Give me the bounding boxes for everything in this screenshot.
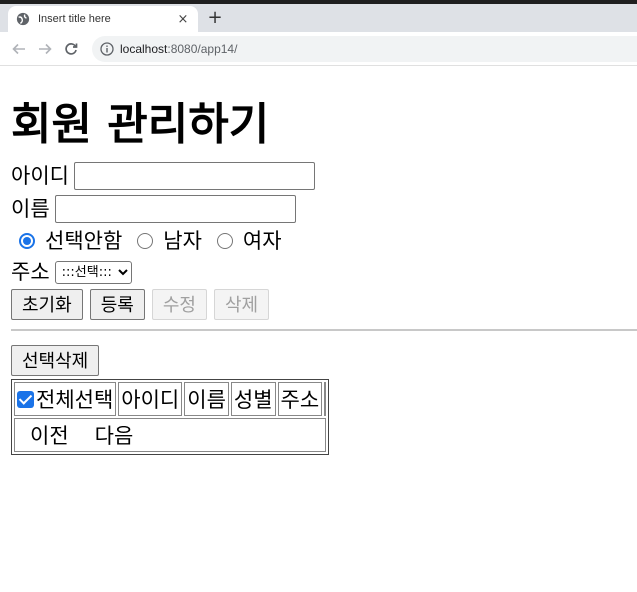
action-buttons: 초기화 등록 수정 삭제: [11, 287, 637, 321]
browser-tab[interactable]: Insert title here ×: [8, 6, 198, 32]
name-input[interactable]: [54, 195, 296, 223]
address-select[interactable]: :::선택:::: [54, 260, 132, 284]
gender-label-male: 남자: [163, 229, 202, 253]
register-button[interactable]: 등록: [89, 288, 145, 320]
pager: 이전 다음: [14, 418, 327, 452]
url-host: localhost: [120, 41, 168, 56]
divider: [11, 329, 637, 331]
name-label: 이름: [11, 197, 50, 221]
header-gender: 성별: [230, 382, 276, 416]
page-content: 회원 관리하기 아이디 이름 선택안함 남자 여자 주소 :::선택::: 초기…: [0, 96, 637, 455]
update-button[interactable]: 수정: [151, 288, 207, 320]
reload-icon[interactable]: [60, 38, 82, 60]
reset-button[interactable]: 초기화: [11, 288, 83, 320]
page-title: 회원 관리하기: [11, 99, 270, 150]
address-label: 주소: [11, 260, 50, 284]
table-header-row: 전체선택 아이디 이름 성별 주소: [14, 382, 327, 416]
delete-selected-button[interactable]: 선택삭제: [11, 344, 100, 376]
header-address: 주소: [277, 382, 323, 416]
forward-arrow-icon[interactable]: [34, 38, 56, 60]
browser-toolbar: localhost:8080/app14/: [0, 32, 637, 66]
header-id: 아이디: [118, 382, 183, 416]
globe-icon: [16, 12, 30, 26]
pager-row: 이전 다음: [14, 418, 327, 452]
info-icon[interactable]: [100, 41, 114, 56]
member-table: 전체선택 아이디 이름 성별 주소 이전 다음: [11, 379, 330, 455]
close-tab-icon[interactable]: ×: [176, 12, 190, 27]
name-row: 이름: [11, 193, 637, 225]
gender-radio-female[interactable]: [216, 233, 233, 249]
gender-label-female: 여자: [242, 229, 282, 253]
address-row: 주소 :::선택:::: [11, 257, 637, 287]
header-empty: [324, 382, 327, 416]
pager-next-link[interactable]: 다음: [82, 424, 147, 448]
tab-title: Insert title here: [38, 13, 111, 25]
select-all-checkbox[interactable]: [17, 390, 34, 408]
delete-button[interactable]: 삭제: [213, 288, 270, 320]
id-row: 아이디: [11, 160, 637, 192]
gender-label-none: 선택안함: [45, 229, 123, 253]
header-name: 이름: [184, 382, 229, 416]
id-input[interactable]: [73, 162, 315, 190]
back-arrow-icon[interactable]: [8, 38, 30, 60]
gender-radio-group: 선택안함 남자 여자: [11, 225, 637, 257]
url-path: :8080/app14/: [167, 41, 238, 56]
header-select-all[interactable]: 전체선택: [14, 382, 117, 416]
gender-radio-none[interactable]: [19, 233, 35, 249]
url-text: localhost:8080/app14/: [120, 42, 237, 56]
tab-bar: Insert title here × +: [0, 4, 637, 32]
address-bar[interactable]: localhost:8080/app14/: [92, 35, 637, 62]
gender-radio-male[interactable]: [137, 233, 154, 249]
pager-prev-link[interactable]: 이전: [17, 424, 82, 448]
id-label: 아이디: [11, 164, 69, 188]
header-select-all-label: 전체선택: [36, 388, 114, 412]
delete-selected-row: 선택삭제: [11, 343, 637, 377]
new-tab-icon[interactable]: +: [206, 9, 224, 27]
